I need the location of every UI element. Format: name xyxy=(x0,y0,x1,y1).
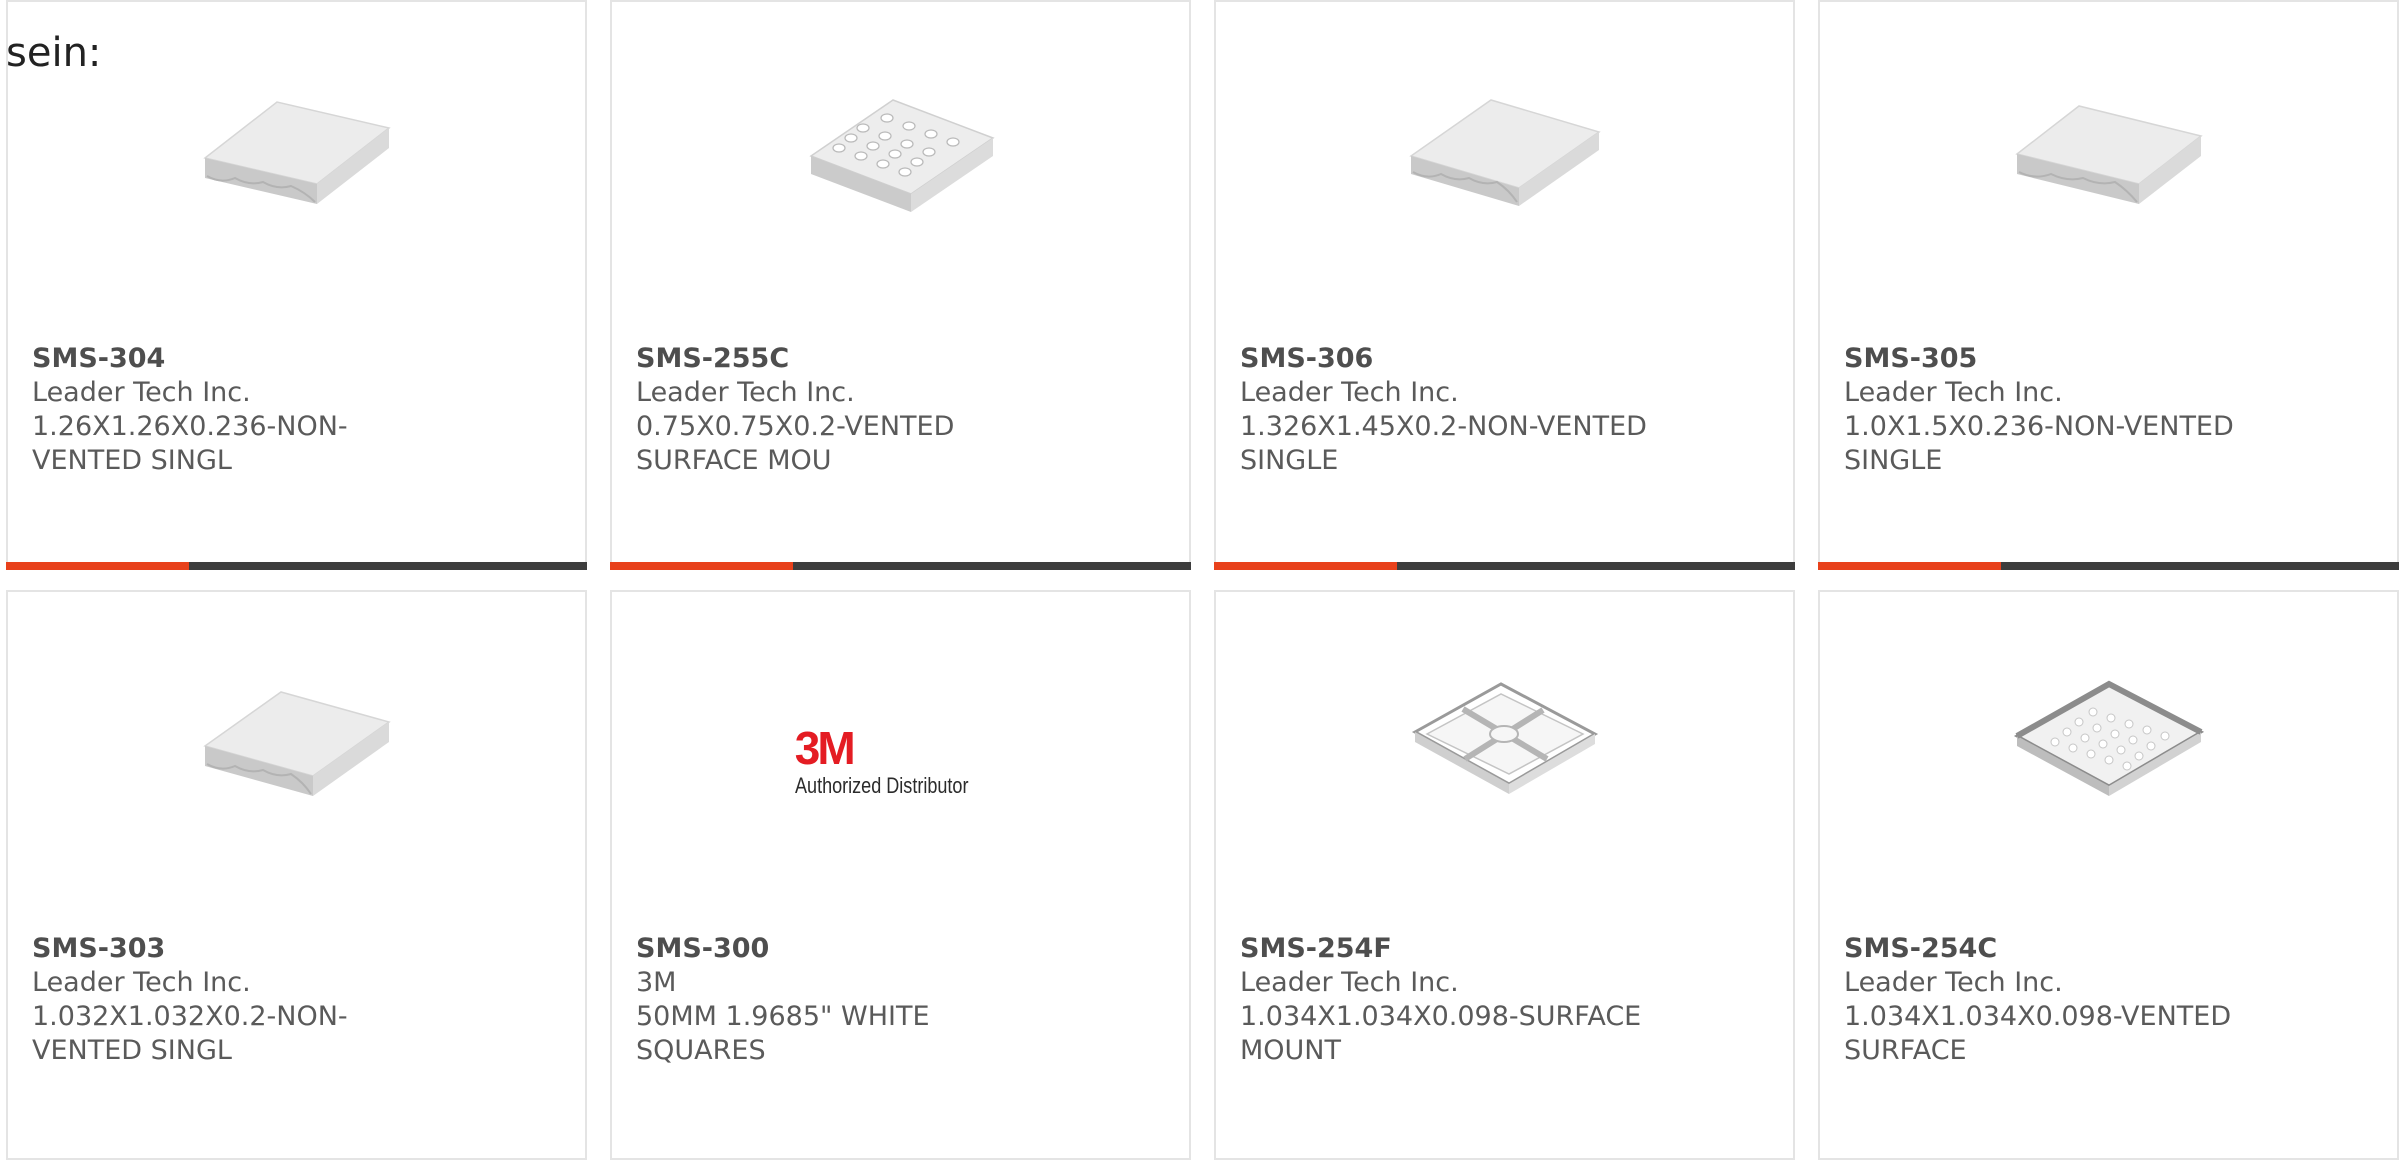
manufacturer: 3M xyxy=(636,967,677,998)
part-number[interactable]: SMS-300 xyxy=(636,932,1165,966)
solid-shield-can-icon[interactable] xyxy=(2009,72,2209,272)
part-number[interactable]: SMS-255C xyxy=(636,342,1165,376)
part-number[interactable]: SMS-303 xyxy=(32,932,561,966)
card-bottom-bar xyxy=(6,562,587,570)
3m-authorized-distributor-logo[interactable]: 3M Authorized Distributor xyxy=(795,662,1001,862)
manufacturer: Leader Tech Inc. xyxy=(32,967,251,998)
description: 1.034X1.034X0.098-VENTED SURFACE xyxy=(1844,1001,2232,1066)
manufacturer: Leader Tech Inc. xyxy=(1844,377,2063,408)
manufacturer: Leader Tech Inc. xyxy=(1240,967,1459,998)
card-accent-bar xyxy=(6,562,189,570)
part-number[interactable]: SMS-304 xyxy=(32,342,561,376)
description: 50MM 1.9685" WHITE SQUARES xyxy=(636,1001,930,1066)
part-number[interactable]: SMS-305 xyxy=(1844,342,2373,376)
solid-shield-can-icon[interactable] xyxy=(197,662,397,862)
3m-logo-tagline: Authorized Distributor xyxy=(794,773,969,798)
3m-logo: 3M xyxy=(794,722,856,774)
shield-frame-icon[interactable] xyxy=(1405,662,1605,862)
product-card[interactable]: SMS-305 Leader Tech Inc. 1.0X1.5X0.236-N… xyxy=(1818,0,2399,570)
vented-shield-cover-icon[interactable] xyxy=(2009,662,2209,862)
description: 1.032X1.032X0.2-NON-VENTED SINGL xyxy=(32,1001,348,1066)
leading-text: sein: xyxy=(6,30,102,76)
card-accent-bar xyxy=(1214,562,1397,570)
card-bottom-bar xyxy=(610,562,1191,570)
product-card[interactable]: SMS-254C Leader Tech Inc. 1.034X1.034X0.… xyxy=(1818,590,2399,1160)
product-card[interactable]: SMS-255C Leader Tech Inc. 0.75X0.75X0.2-… xyxy=(610,0,1191,570)
product-card[interactable]: SMS-254F Leader Tech Inc. 1.034X1.034X0.… xyxy=(1214,590,1795,1160)
card-accent-bar xyxy=(610,562,793,570)
part-number[interactable]: SMS-306 xyxy=(1240,342,1769,376)
product-card[interactable]: SMS-306 Leader Tech Inc. 1.326X1.45X0.2-… xyxy=(1214,0,1795,570)
card-bottom-bar xyxy=(1214,562,1795,570)
solid-shield-can-icon[interactable] xyxy=(1405,72,1605,272)
description: 1.326X1.45X0.2-NON-VENTED SINGLE xyxy=(1240,411,1647,476)
product-card[interactable]: SMS-304 Leader Tech Inc. 1.26X1.26X0.236… xyxy=(6,0,587,570)
manufacturer: Leader Tech Inc. xyxy=(32,377,251,408)
part-number[interactable]: SMS-254C xyxy=(1844,932,2373,966)
vented-shield-can-icon[interactable] xyxy=(801,72,1001,272)
manufacturer: Leader Tech Inc. xyxy=(1844,967,2063,998)
card-bottom-bar xyxy=(1818,562,2399,570)
manufacturer: Leader Tech Inc. xyxy=(1240,377,1459,408)
product-card[interactable]: 3M Authorized Distributor SMS-300 3M 50M… xyxy=(610,590,1191,1160)
description: 1.26X1.26X0.236-NON-VENTED SINGL xyxy=(32,411,348,476)
description: 0.75X0.75X0.2-VENTED SURFACE MOU xyxy=(636,411,955,476)
description: 1.034X1.034X0.098-SURFACE MOUNT xyxy=(1240,1001,1642,1066)
description: 1.0X1.5X0.236-NON-VENTED SINGLE xyxy=(1844,411,2234,476)
product-card[interactable]: SMS-303 Leader Tech Inc. 1.032X1.032X0.2… xyxy=(6,590,587,1160)
solid-shield-can-icon[interactable] xyxy=(197,72,397,272)
part-number[interactable]: SMS-254F xyxy=(1240,932,1769,966)
card-accent-bar xyxy=(1818,562,2001,570)
manufacturer: Leader Tech Inc. xyxy=(636,377,855,408)
